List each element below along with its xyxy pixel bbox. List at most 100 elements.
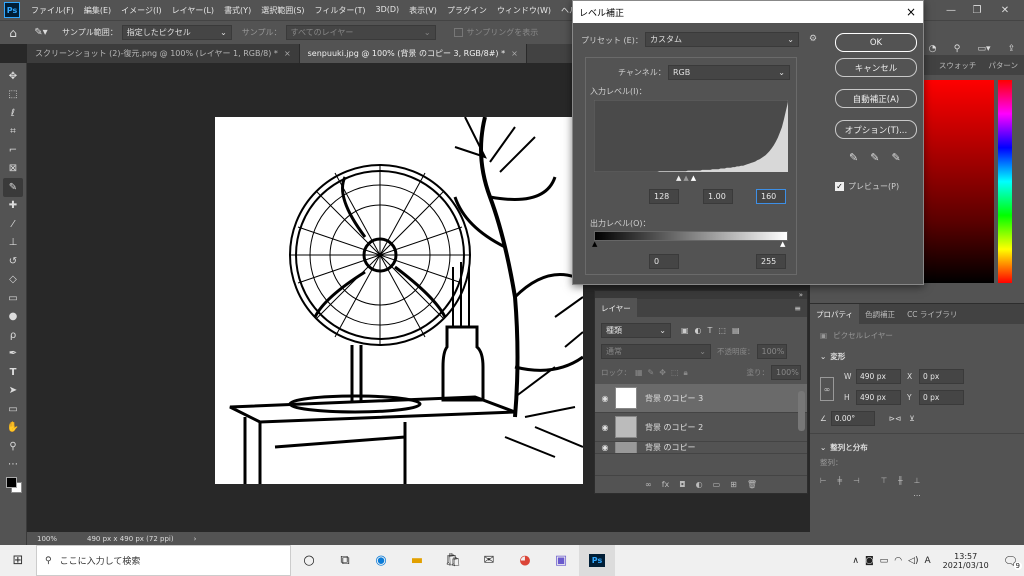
windows-start-icon[interactable]: ⊞: [0, 545, 36, 576]
taskbar-search[interactable]: ⚲ ここに入力して検索: [36, 545, 291, 576]
chevron-down-icon[interactable]: ⌄: [820, 352, 826, 361]
tab-adjustments[interactable]: 色調補正: [859, 304, 901, 324]
menu-item[interactable]: 選択範囲(S): [256, 5, 309, 16]
black-eyedropper-icon[interactable]: ✎: [849, 151, 870, 164]
tab-swatches[interactable]: スウォッチ: [933, 55, 983, 75]
task-view-icon[interactable]: ⧉: [327, 545, 363, 576]
layer-row[interactable]: ◉ 背景 のコピー 3: [595, 384, 807, 413]
healing-tool-icon[interactable]: ✚: [3, 197, 23, 216]
layer-filter-select[interactable]: 種類 ⌄: [601, 323, 671, 338]
show-ring-checkbox[interactable]: [453, 28, 463, 37]
color-field[interactable]: [924, 80, 994, 283]
dialog-title-bar[interactable]: レベル補正 ×: [573, 1, 923, 23]
tab-properties[interactable]: プロパティ: [810, 304, 860, 324]
tray-app-icon[interactable]: ◙: [865, 556, 874, 566]
minimize-icon[interactable]: —: [940, 0, 962, 20]
angle-field[interactable]: 0.00°: [830, 411, 875, 426]
wifi-icon[interactable]: ◠: [894, 556, 902, 566]
workspace-icon[interactable]: ▭▾: [978, 44, 991, 56]
flip-vertical-icon[interactable]: ⊻: [909, 414, 915, 423]
flip-horizontal-icon[interactable]: ⊳⊲: [889, 414, 902, 423]
y-field[interactable]: 0 px: [919, 390, 964, 405]
close-tab-icon[interactable]: ×: [511, 49, 518, 58]
menu-item[interactable]: ファイル(F): [26, 5, 79, 16]
output-black-slider-icon[interactable]: ▲: [592, 240, 597, 248]
width-field[interactable]: 490 px: [856, 369, 901, 384]
tab-patterns[interactable]: パターン: [982, 55, 1024, 75]
file-explorer-icon[interactable]: ▬: [399, 545, 435, 576]
sample-size-select[interactable]: 指定したピクセル ⌄: [121, 25, 232, 40]
stamp-tool-icon[interactable]: ⊥: [3, 234, 23, 253]
blur-tool-icon[interactable]: ●: [3, 308, 23, 327]
mask-icon[interactable]: ◘: [679, 480, 685, 489]
tray-up-icon[interactable]: ∧: [852, 556, 859, 566]
tab-cc-libraries[interactable]: CC ライブラリ: [901, 304, 963, 324]
menu-item[interactable]: レイヤー(L): [167, 5, 219, 16]
ok-button[interactable]: OK: [835, 33, 917, 52]
close-icon[interactable]: ×: [899, 5, 923, 19]
opacity-field[interactable]: 100%: [756, 344, 787, 359]
share-icon[interactable]: ⇪: [1008, 44, 1016, 56]
close-icon[interactable]: ✕: [994, 0, 1016, 20]
gray-eyedropper-icon[interactable]: ✎: [870, 151, 891, 164]
align-right-icon[interactable]: ⊣: [853, 476, 860, 485]
preview-checkbox[interactable]: ✓: [835, 182, 844, 191]
ime-indicator[interactable]: A: [924, 556, 930, 566]
panel-menu-icon[interactable]: ≡: [794, 304, 801, 313]
hue-slider[interactable]: [998, 80, 1012, 283]
input-sliders[interactable]: ▲ ▲ ▲: [676, 174, 696, 182]
frame-tool-icon[interactable]: ⊠: [3, 160, 23, 179]
cancel-button[interactable]: キャンセル: [835, 58, 917, 77]
zoom-tool-icon[interactable]: ⚲: [3, 437, 23, 456]
menu-item[interactable]: プラグイン: [442, 5, 492, 16]
eye-icon[interactable]: ◉: [595, 423, 615, 432]
output-black-field[interactable]: 0: [649, 254, 679, 269]
menu-item[interactable]: 書式(Y): [219, 5, 256, 16]
gradient-tool-icon[interactable]: ▭: [3, 289, 23, 308]
store-icon[interactable]: 🛍︎: [435, 545, 471, 576]
tab-screenshot[interactable]: スクリーンショット (2)-復元.png @ 100% (レイヤー 1, RGB…: [27, 44, 300, 63]
fx-icon[interactable]: fx: [662, 480, 670, 489]
hand-tool-icon[interactable]: ✋: [3, 419, 23, 438]
path-select-tool-icon[interactable]: ➤: [3, 382, 23, 401]
input-gamma-field[interactable]: 1.00: [703, 189, 733, 204]
sample-select[interactable]: すべてのレイヤー ⌄: [285, 25, 436, 40]
fill-field[interactable]: 100%: [771, 365, 801, 380]
layer-row[interactable]: ◉ 背景 のコピー: [595, 442, 807, 454]
input-black-field[interactable]: 128: [649, 189, 679, 204]
new-layer-icon[interactable]: ⊞: [730, 480, 737, 489]
zoom-level[interactable]: 100%: [37, 535, 57, 543]
output-white-field[interactable]: 255: [756, 254, 786, 269]
app-icon[interactable]: ▣: [543, 545, 579, 576]
notification-icon[interactable]: 🗨︎ 9: [1003, 554, 1022, 570]
chrome-icon[interactable]: ◕: [507, 545, 543, 576]
menu-item[interactable]: イメージ(I): [116, 5, 166, 16]
search-icon[interactable]: ⚲: [954, 44, 961, 56]
lasso-tool-icon[interactable]: ℓ: [3, 104, 23, 123]
layer-row[interactable]: ◉ 背景 のコピー 2: [595, 413, 807, 442]
menu-item[interactable]: フィルター(T): [310, 5, 371, 16]
more-tools-icon[interactable]: ⋯: [3, 456, 23, 475]
chevron-down-icon[interactable]: ⌄: [820, 443, 826, 452]
color-swatches[interactable]: [3, 474, 23, 496]
channel-select[interactable]: RGB ⌄: [668, 65, 790, 80]
home-icon[interactable]: ⌂: [0, 26, 26, 40]
adjustment-icon[interactable]: ◐: [696, 480, 703, 489]
volume-icon[interactable]: ◁): [908, 556, 918, 566]
crop-tool-icon[interactable]: ⌐: [3, 141, 23, 160]
menu-item[interactable]: 編集(E): [79, 5, 116, 16]
quick-select-tool-icon[interactable]: ⌗: [3, 123, 23, 142]
eyedropper-tool-icon[interactable]: ✎: [3, 178, 23, 197]
clock[interactable]: 13:57 2021/03/10: [943, 552, 989, 570]
link-icon[interactable]: ∞: [820, 377, 834, 401]
eyedropper-tool-icon[interactable]: ✎▾: [26, 27, 56, 38]
menu-item[interactable]: 表示(V): [404, 5, 442, 16]
eraser-tool-icon[interactable]: ◇: [3, 271, 23, 290]
height-field[interactable]: 490 px: [856, 390, 901, 405]
close-tab-icon[interactable]: ×: [284, 49, 291, 58]
x-field[interactable]: 0 px: [919, 369, 964, 384]
dodge-tool-icon[interactable]: ρ: [3, 326, 23, 345]
tab-layers[interactable]: レイヤー: [595, 298, 637, 318]
align-bottom-icon[interactable]: ⊥: [914, 476, 921, 485]
preset-select[interactable]: カスタム ⌄: [645, 32, 799, 47]
